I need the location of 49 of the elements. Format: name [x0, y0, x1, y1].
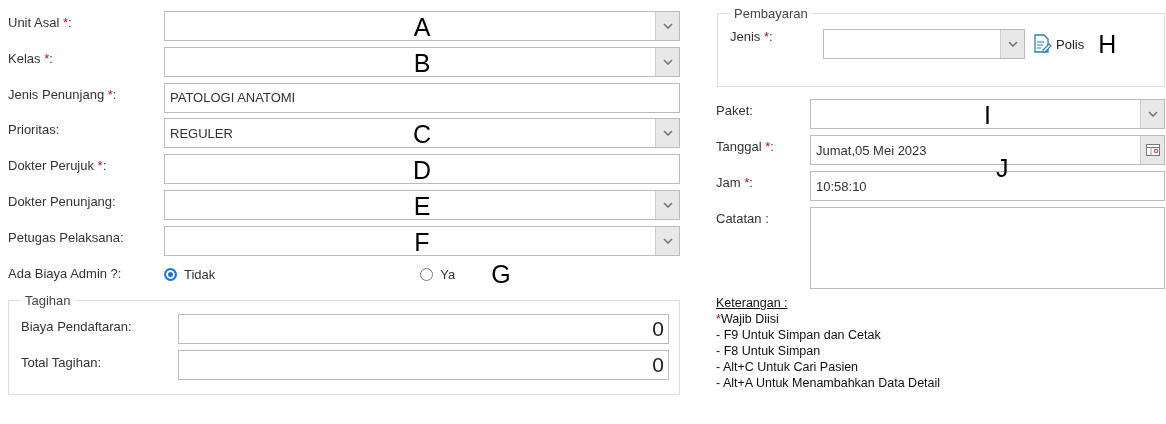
- annotation-letter: A: [413, 12, 431, 42]
- panel-title: Tagihan: [24, 293, 72, 309]
- notes-title: Keterangan :: [716, 295, 789, 311]
- annotation-letter: B: [413, 48, 431, 78]
- field-label: Paket:: [716, 102, 754, 118]
- field-label: Tanggal *:: [716, 138, 775, 154]
- dropdown-field[interactable]: [823, 29, 1025, 59]
- note-line: - Alt+A Untuk Menambahkan Data Detail: [716, 375, 942, 391]
- amount-field[interactable]: 0: [178, 350, 669, 381]
- dropdown-field[interactable]: I: [810, 99, 1165, 129]
- annotation-letter: E: [413, 191, 431, 221]
- note-line: *Wajib Diisi: [716, 311, 780, 327]
- dropdown-field[interactable]: F: [164, 225, 680, 256]
- radio-option[interactable]: Ya: [420, 267, 456, 283]
- annotation-letter: I: [984, 100, 991, 130]
- field-label: Jenis *:: [730, 29, 774, 44]
- annotation-letter: F: [414, 227, 430, 257]
- amount-field[interactable]: 0: [178, 314, 669, 345]
- text-field[interactable]: D: [164, 154, 680, 185]
- panel-title: Pembayaran: [733, 6, 809, 21]
- field-label: Kelas *:: [8, 49, 54, 66]
- annotation-letter: D: [412, 155, 432, 185]
- dropdown-field[interactable]: A: [164, 11, 680, 41]
- annotation-letter: C: [412, 120, 432, 150]
- field-label: Total Tagihan:: [21, 354, 102, 371]
- field-label: Ada Biaya Admin ?:: [8, 264, 123, 281]
- field-label: Petugas Pelaksana:: [8, 228, 125, 245]
- field-label: Prioritas:: [8, 121, 61, 138]
- field-label: Unit Asal *:: [8, 14, 73, 30]
- note-line: - F9 Untuk Simpan dan Cetak: [716, 327, 882, 343]
- note-line: - F8 Untuk Simpan: [716, 343, 822, 359]
- field-label: Catatan :: [716, 210, 770, 226]
- note-line: - Alt+C Untuk Cari Pasien: [716, 359, 860, 375]
- notes-textarea[interactable]: [810, 207, 1165, 289]
- dropdown-field[interactable]: B: [164, 46, 680, 77]
- field-label: Biaya Pendaftaran:: [21, 318, 133, 335]
- field-label: Dokter Perujuk *:: [8, 157, 108, 174]
- text-field[interactable]: PATOLOGI ANATOMI: [164, 82, 680, 113]
- radio-option[interactable]: Tidak: [164, 267, 216, 283]
- field-label: Jenis Penunjang *:: [8, 85, 118, 102]
- calendar-icon[interactable]: [1140, 136, 1164, 164]
- field-label: Jam *:: [716, 174, 754, 190]
- dropdown-field[interactable]: REGULER C: [164, 118, 680, 149]
- annotation-letter: G: [491, 260, 511, 290]
- dropdown-field[interactable]: E: [164, 190, 680, 220]
- document-edit-icon: [1034, 34, 1052, 54]
- policy-link[interactable]: Polis: [1034, 34, 1085, 54]
- annotation-letter: H: [1098, 29, 1117, 59]
- field-label: Dokter Penunjang:: [8, 193, 117, 209]
